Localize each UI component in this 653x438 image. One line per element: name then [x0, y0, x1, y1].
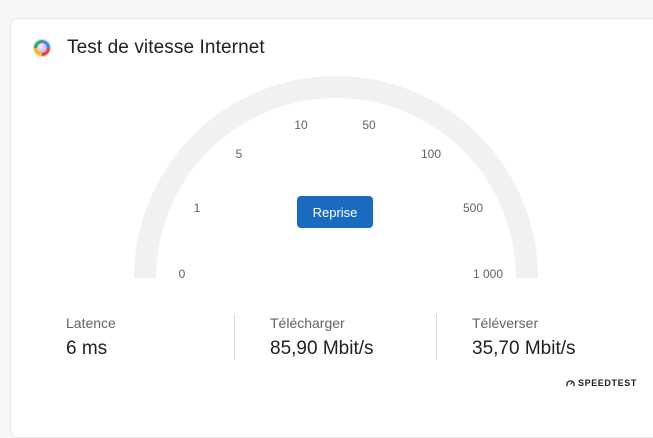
download-value: 85,90 Mbit/s — [270, 338, 374, 359]
latency-label: Latence — [66, 315, 116, 331]
speed-stats: Latence 6 ms Télécharger 85,90 Mbit/s Té… — [11, 314, 651, 364]
speed-gauge — [134, 76, 538, 278]
latency-value: 6 ms — [66, 338, 108, 359]
stats-divider — [234, 314, 235, 360]
download-label: Télécharger — [270, 315, 345, 331]
stats-divider — [436, 314, 437, 360]
latency-stat: Latence 6 ms — [66, 314, 116, 360]
upload-value: 35,70 Mbit/s — [472, 338, 576, 359]
download-stat: Télécharger 85,90 Mbit/s — [270, 314, 374, 360]
gauge-tick-5: 5 — [235, 147, 243, 161]
speedometer-icon — [566, 379, 575, 387]
gauge-tick-10: 10 — [294, 118, 308, 132]
gauge-tick-100: 100 — [420, 147, 442, 161]
restart-button[interactable]: Reprise — [297, 196, 373, 228]
upload-label: Téléverser — [472, 315, 539, 331]
upload-stat: Téléverser 35,70 Mbit/s — [472, 314, 576, 360]
gauge-tick-500: 500 — [462, 201, 484, 215]
speedtest-branding[interactable]: SPEEDTEST — [566, 378, 637, 388]
gauge-track — [134, 76, 538, 278]
gauge-tick-0: 0 — [178, 267, 186, 281]
gauge-tick-1000: 1 000 — [472, 267, 504, 281]
gauge-tick-50: 50 — [362, 118, 376, 132]
speed-test-card: Test de vitesse Internet 0 1 5 10 50 100… — [10, 18, 653, 438]
speedtest-brand-label: SPEEDTEST — [578, 378, 637, 388]
gauge-tick-1: 1 — [193, 201, 201, 215]
